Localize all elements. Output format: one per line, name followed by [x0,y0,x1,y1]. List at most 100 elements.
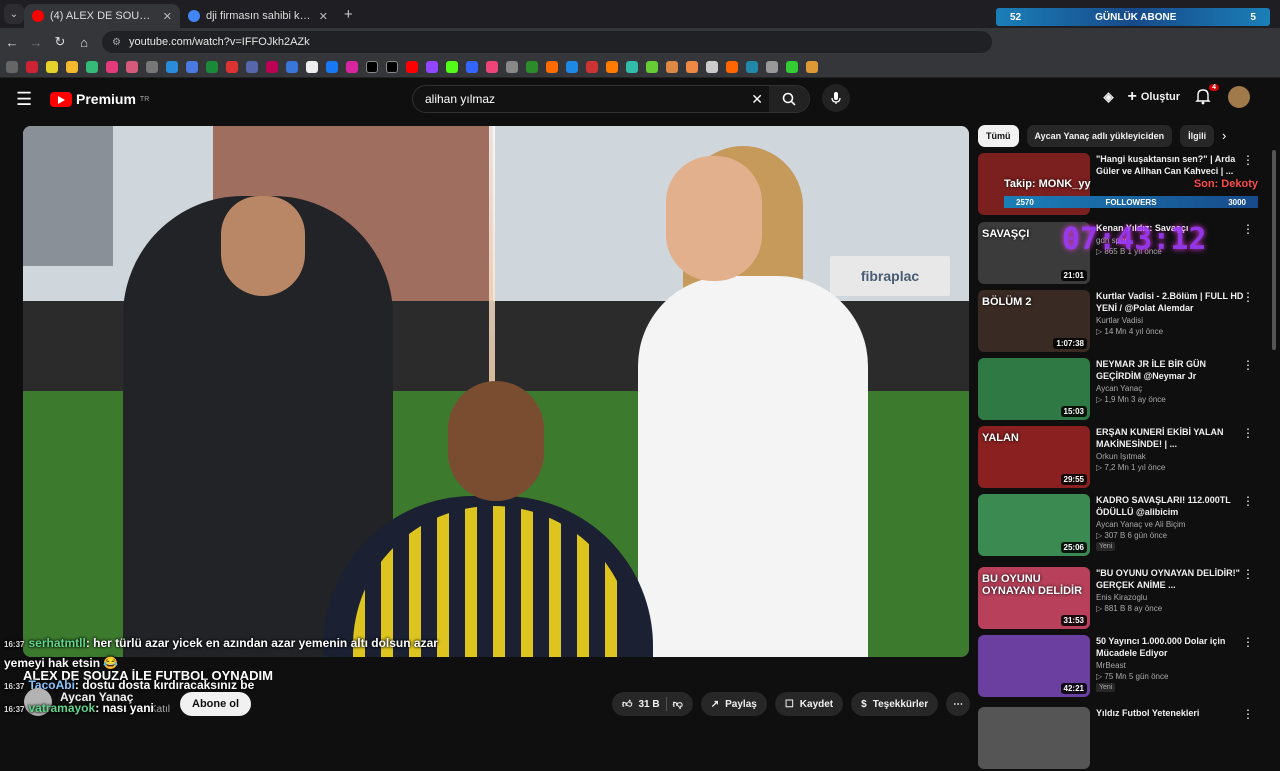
tab-google[interactable]: dji firmasın sahibi kim - Google ✕ [180,4,336,28]
recommendation-item[interactable]: 25:06 KADRO SAVAŞLARI! 112.000TL ÖDÜLLÜ @… [978,494,1268,558]
create-button[interactable]: + Oluştur [1128,88,1180,106]
bookmark-icon[interactable] [566,60,578,73]
url-field[interactable]: ⚙ youtube.com/watch?v=IFFOJkh2AZk [102,31,992,53]
bookmark-icon[interactable] [326,60,338,73]
thanks-button[interactable]: $ Teşekkürler [851,692,939,716]
chevron-right-icon[interactable]: › [1222,128,1226,143]
save-button[interactable]: ☐ Kaydet [774,692,844,716]
tab-youtube[interactable]: (4) ALEX DE SOUZA İLE FUTBOL ✕ [24,4,180,28]
share-button[interactable]: ↗ Paylaş [700,692,767,716]
bookmark-icon[interactable] [426,60,438,73]
more-options-icon[interactable]: ⋮ [1242,567,1254,581]
sidebar-scrollbar[interactable] [1272,150,1276,350]
bookmark-icon[interactable] [466,60,478,73]
more-options-icon[interactable]: ⋮ [1242,222,1254,236]
bookmark-icon[interactable] [166,60,178,73]
bookmark-icon[interactable] [226,60,238,73]
video-thumbnail[interactable]: BU OYUNU OYNAYAN DELİDİR 31:53 [978,567,1090,629]
more-actions-button[interactable]: ⋯ [946,692,971,716]
bookmark-icon[interactable] [766,60,778,73]
bookmark-icon[interactable] [546,60,558,73]
video-title[interactable]: "Hangi kuşaktansın sen?" | Arda Güler ve… [1096,153,1246,177]
bookmark-icon[interactable] [246,60,258,73]
home-icon[interactable]: ⌂ [72,35,96,50]
bookmark-icon[interactable] [586,60,598,73]
apps-icon[interactable] [6,60,18,73]
forward-icon[interactable]: → [24,35,48,50]
video-thumbnail[interactable]: 42:21 [978,635,1090,697]
video-title[interactable]: Yıldız Futbol Yetenekleri [1096,707,1246,719]
channel-name[interactable]: MrBeast [1096,661,1246,670]
video-thumbnail[interactable]: 25:06 [978,494,1090,556]
bookmark-icon[interactable] [46,60,58,73]
bookmark-icon[interactable] [126,60,138,73]
video-thumbnail[interactable]: 15:03 [978,358,1090,420]
like-button[interactable]: 👍︎ 31 B 👎︎ [612,692,693,716]
bookmark-icon[interactable] [706,60,718,73]
more-options-icon[interactable]: ⋮ [1242,290,1254,304]
bookmark-icon[interactable] [106,60,118,73]
video-title[interactable]: "BU OYUNU OYNAYAN DELİDİR!" GERÇEK ANİME… [1096,567,1246,591]
video-thumbnail[interactable]: BÖLÜM 2 1:07:38 [978,290,1090,352]
tab-search-button[interactable]: ⌄ [4,4,24,24]
youtube-logo[interactable]: Premium TR [50,91,149,107]
chip-uploader[interactable]: Aycan Yanaç adlı yükleyiciden [1026,125,1173,147]
more-options-icon[interactable]: ⋮ [1242,426,1254,440]
bookmark-icon[interactable] [206,60,218,73]
bookmark-icon[interactable] [806,60,818,73]
subscribe-button[interactable]: Abone ol [180,692,252,716]
bookmark-icon[interactable] [366,60,378,73]
bookmark-icon[interactable] [486,60,498,73]
bookmark-icon[interactable] [626,60,638,73]
video-player[interactable]: fibraplac [23,126,969,657]
close-tab-icon[interactable]: ✕ [319,10,328,23]
bookmark-icon[interactable] [346,60,358,73]
back-icon[interactable]: ← [0,35,24,50]
reload-icon[interactable]: ↻ [48,34,72,50]
avatar[interactable] [1228,86,1250,108]
more-options-icon[interactable]: ⋮ [1242,635,1254,649]
bookmark-icon[interactable] [686,60,698,73]
bookmark-icon[interactable] [286,60,298,73]
recommendation-item[interactable]: BÖLÜM 2 1:07:38 Kurtlar Vadisi - 2.Bölüm |… [978,290,1268,354]
bookmark-icon[interactable] [386,60,398,73]
thumbs-down-icon[interactable]: 👎︎ [673,698,683,710]
bookmark-icon[interactable] [746,60,758,73]
chip-related[interactable]: İlgili [1180,125,1215,147]
channel-name[interactable]: Aycan Yanaç ve Ali Biçim [1096,520,1246,529]
site-info-icon[interactable]: ⚙ [112,37,121,48]
bookmark-icon[interactable] [446,60,458,73]
recommendation-item[interactable]: BU OYUNU OYNAYAN DELİDİR 31:53 "BU OYUNU O… [978,567,1268,631]
bookmark-icon[interactable] [646,60,658,73]
cast-icon[interactable]: ◈ [1104,89,1114,105]
recommendation-item[interactable]: Yıldız Futbol Yetenekleri ⋮ [978,707,1268,771]
bookmark-icon[interactable] [406,60,418,73]
channel-name[interactable]: Aycan Yanaç [1096,384,1246,393]
bookmark-icon[interactable] [726,60,738,73]
recommendation-item[interactable]: 15:03 NEYMAR JR İLE BİR GÜN GEÇİRDİM @Ney… [978,358,1268,422]
bookmark-icon[interactable] [146,60,158,73]
bookmark-icon[interactable] [86,60,98,73]
close-tab-icon[interactable]: ✕ [163,10,172,23]
bookmark-icon[interactable] [266,60,278,73]
bookmark-icon[interactable] [506,60,518,73]
more-options-icon[interactable]: ⋮ [1242,153,1254,167]
more-options-icon[interactable]: ⋮ [1242,494,1254,508]
bookmark-icon[interactable] [786,60,798,73]
bookmark-icon[interactable] [526,60,538,73]
search-button[interactable] [769,86,809,112]
voice-search-button[interactable] [822,84,850,112]
new-tab-icon[interactable]: + [344,6,353,23]
channel-name[interactable]: Orkun Işıtmak [1096,452,1246,461]
video-title[interactable]: KADRO SAVAŞLARI! 112.000TL ÖDÜLLÜ @alibi… [1096,494,1246,518]
bookmark-icon[interactable] [186,60,198,73]
video-thumbnail[interactable] [978,707,1090,769]
video-title[interactable]: Kurtlar Vadisi - 2.Bölüm | FULL HD YENİ … [1096,290,1246,314]
more-options-icon[interactable]: ⋮ [1242,358,1254,372]
video-title[interactable]: 50 Yayıncı 1.000.000 Dolar için Mücadele… [1096,635,1246,659]
notifications-button[interactable]: 4 [1194,84,1219,107]
clear-search-icon[interactable]: ✕ [751,91,763,108]
bookmark-icon[interactable] [666,60,678,73]
menu-icon[interactable]: ☰ [16,89,40,110]
video-title[interactable]: ERŞAN KUNERİ EKİBİ YALAN MAKİNESİNDE! | … [1096,426,1246,450]
